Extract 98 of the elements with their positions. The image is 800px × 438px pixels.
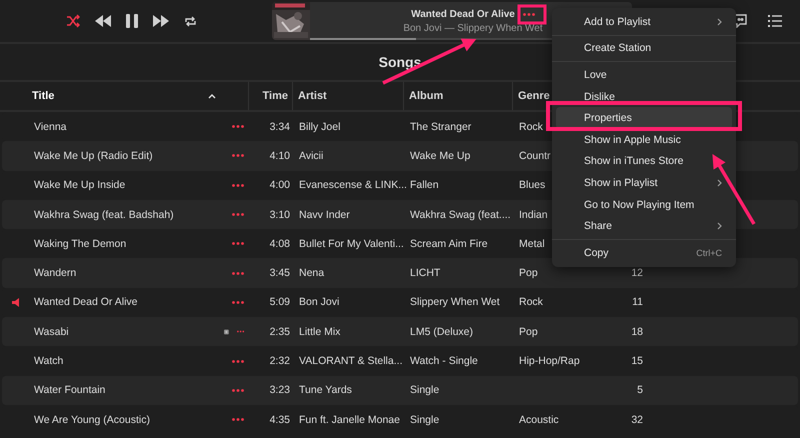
genre-cell-text: Rock: [518, 296, 543, 308]
artist-cell-text: Evanescense & LINK...: [298, 179, 407, 192]
album-cell-text: LICHT: [409, 267, 440, 280]
artist-cell-text: Little Mix: [298, 326, 340, 338]
more-options-icon[interactable]: [232, 242, 244, 246]
more-options-icon[interactable]: [232, 213, 244, 216]
more-options-icon[interactable]: [522, 12, 535, 16]
time-cell-text: 3:45: [268, 267, 291, 280]
genre-cell-text: Blues: [518, 179, 546, 192]
genre-cell-text: Metal: [518, 238, 545, 250]
genre-cell-text: Pop: [518, 267, 538, 280]
menu-item[interactable]: Add to Playlist: [556, 11, 732, 33]
song-title-cell-text: Wasabi: [33, 326, 69, 338]
song-title-cell-text: Wake Me Up Inside: [33, 179, 126, 192]
rewind-button[interactable]: [94, 15, 112, 27]
genre-cell-text: Indian: [518, 208, 548, 221]
more-options-icon[interactable]: [232, 360, 244, 363]
annotation-arrow: [712, 154, 756, 225]
time-cell-text: 5:09: [268, 296, 291, 308]
highlight-frame: [518, 4, 546, 24]
song-title-cell-text: We Are Young (Acoustic): [33, 414, 150, 426]
album-cell-text: Wake Me Up: [409, 150, 470, 162]
album-cell-text: LM5 (Deluxe): [409, 326, 474, 338]
genre-cell-text: Rock: [518, 120, 543, 133]
artist-cell-text: Nena: [298, 267, 324, 280]
album-cell-text: Single: [409, 414, 440, 426]
menu-item[interactable]: Show in Playlist: [556, 172, 732, 194]
menu-item[interactable]: Create Station: [556, 38, 732, 60]
song-title-cell-text: Wakhra Swag (feat. Badshah): [33, 208, 174, 221]
artist-cell-text: Tune Yards: [298, 384, 352, 396]
genre-cell-text: Pop: [518, 326, 538, 338]
more-options-icon[interactable]: [232, 388, 244, 392]
song-title-cell-text: Wandern: [33, 267, 76, 280]
album-cell-text: Scream Aim Fire: [409, 238, 488, 250]
more-options-icon[interactable]: [236, 330, 244, 334]
menu-item[interactable]: Properties: [556, 107, 732, 129]
artist-cell-text: Billy Joel: [298, 120, 340, 133]
artist-cell-text: Bullet For My Valenti...: [298, 238, 404, 250]
table-row[interactable]: Wasabi 2:35 Little Mix LM5 (Deluxe) Pop 18: [2, 317, 798, 346]
menu-item[interactable]: Show in iTunes Store: [556, 150, 732, 172]
more-options-icon[interactable]: [232, 125, 244, 128]
more-options-icon[interactable]: [232, 418, 244, 422]
song-title-cell-text: Wake Me Up (Radio Edit): [33, 150, 153, 162]
artist-cell-text: Bon Jovi: [298, 296, 340, 308]
play-count-cell-text: 11: [631, 296, 644, 308]
genre-cell-text: Hip-Hop/Rap: [518, 355, 580, 368]
song-title: Wanted Dead Or Alive: [411, 8, 515, 20]
genre-cell-text: Countr: [518, 150, 551, 162]
album-cell-text: Watch - Single: [409, 355, 478, 368]
album-cell-text: The Stranger: [409, 120, 472, 133]
column-header[interactable]: Artist: [292, 82, 403, 110]
artist-cell-text: Fun ft. Janelle Monae: [298, 414, 400, 426]
table-row[interactable]: Water Fountain 3:23 Tune Yards Single 5: [2, 376, 798, 405]
table-row[interactable]: Wandern 3:45 Nena LICHT Pop 12: [2, 258, 798, 288]
repeat-button[interactable]: [184, 16, 197, 26]
time-cell-text: 4:35: [268, 414, 291, 426]
more-options-icon[interactable]: [232, 300, 244, 304]
play-count-cell-text: 32: [630, 414, 644, 426]
song-title-cell-text: Waking The Demon: [33, 238, 126, 250]
song-title-cell-text: Vienna: [33, 120, 67, 133]
column-header[interactable]: Time: [248, 82, 292, 110]
menu-item[interactable]: Love: [556, 64, 732, 86]
song-title-cell-text: Wanted Dead Or Alive: [33, 296, 138, 308]
fast-forward-button[interactable]: [152, 15, 170, 27]
time-cell-text: 3:34: [268, 120, 291, 133]
play-count-cell-text: 15: [630, 355, 644, 368]
album-cell-text: Slippery When Wet: [409, 296, 500, 308]
time-cell-text: 3:10: [268, 208, 291, 221]
album-cell-text: Fallen: [409, 179, 439, 192]
genre-cell-text: Acoustic: [518, 414, 559, 426]
time-cell-text: 4:10: [268, 150, 291, 162]
column-header[interactable]: Album: [403, 82, 512, 110]
play-count-cell-text: 18: [630, 326, 644, 338]
artist-cell-text: VALORANT & Stella...: [298, 355, 402, 368]
time-cell-text: 4:00: [268, 179, 291, 192]
time-cell-text: 2:32: [268, 355, 291, 368]
menu-item[interactable]: Dislike: [556, 86, 732, 108]
play-count-cell-text: 12: [630, 267, 644, 280]
more-options-icon[interactable]: [232, 272, 244, 275]
lyrics-button[interactable]: [733, 14, 748, 28]
queue-list-button[interactable]: [768, 14, 782, 28]
play-count-cell-text: 5: [636, 384, 644, 396]
album-cell-text: Wakhra Swag (feat....: [409, 208, 511, 221]
artist-cell-text: Avicii: [298, 150, 324, 162]
song-title-cell-text: Watch: [33, 355, 64, 368]
artist-cell-text: Navv Inder: [298, 208, 350, 221]
song-subtitle: Bon Jovi — Slippery When Wet: [403, 22, 543, 34]
column-header[interactable]: Title: [27, 82, 222, 110]
album-cell-text: Single: [409, 384, 440, 396]
pause-button[interactable]: [126, 14, 138, 28]
more-options-icon[interactable]: [232, 184, 244, 187]
time-cell-text: 2:35: [268, 326, 291, 338]
song-title-cell-text: Water Fountain: [33, 384, 106, 396]
time-cell-text: 4:08: [268, 238, 291, 250]
time-cell-text: 3:23: [268, 384, 291, 396]
sort-caret-icon: [208, 94, 216, 98]
shuffle-button[interactable]: [66, 14, 80, 28]
more-options-icon[interactable]: [232, 154, 244, 158]
